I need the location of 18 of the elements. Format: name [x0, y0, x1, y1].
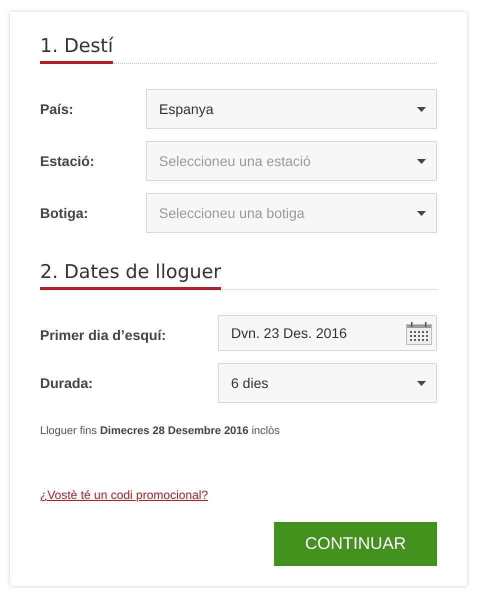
select-field[interactable]: 6 dies [218, 363, 437, 403]
caret-icon [417, 106, 426, 112]
field-label: Estació: [40, 152, 96, 169]
calendar-icon[interactable] [406, 322, 432, 344]
section-heading: 1. Destí [40, 35, 114, 64]
continue-button[interactable]: CONTINUAR [274, 522, 437, 566]
promo-code-link[interactable]: ¿Vostè té un codi promocional? [40, 488, 208, 502]
caret-icon [417, 380, 426, 386]
field-label: Botiga: [40, 204, 90, 221]
rental-note: Lloguer fins Dimecres 28 Desembre 2016 inclòs [40, 425, 281, 437]
caret-icon [417, 210, 426, 216]
date-field[interactable]: Dvn. 23 Des. 2016 [218, 315, 437, 351]
field-label: Primer dia d’esquí: [40, 326, 168, 343]
select-field[interactable]: Espanya [146, 89, 437, 129]
caret-icon [417, 158, 426, 164]
field-label: País: [40, 100, 74, 117]
field-label: Durada: [40, 374, 94, 391]
section-heading: 2. Dates de lloguer [40, 261, 222, 290]
